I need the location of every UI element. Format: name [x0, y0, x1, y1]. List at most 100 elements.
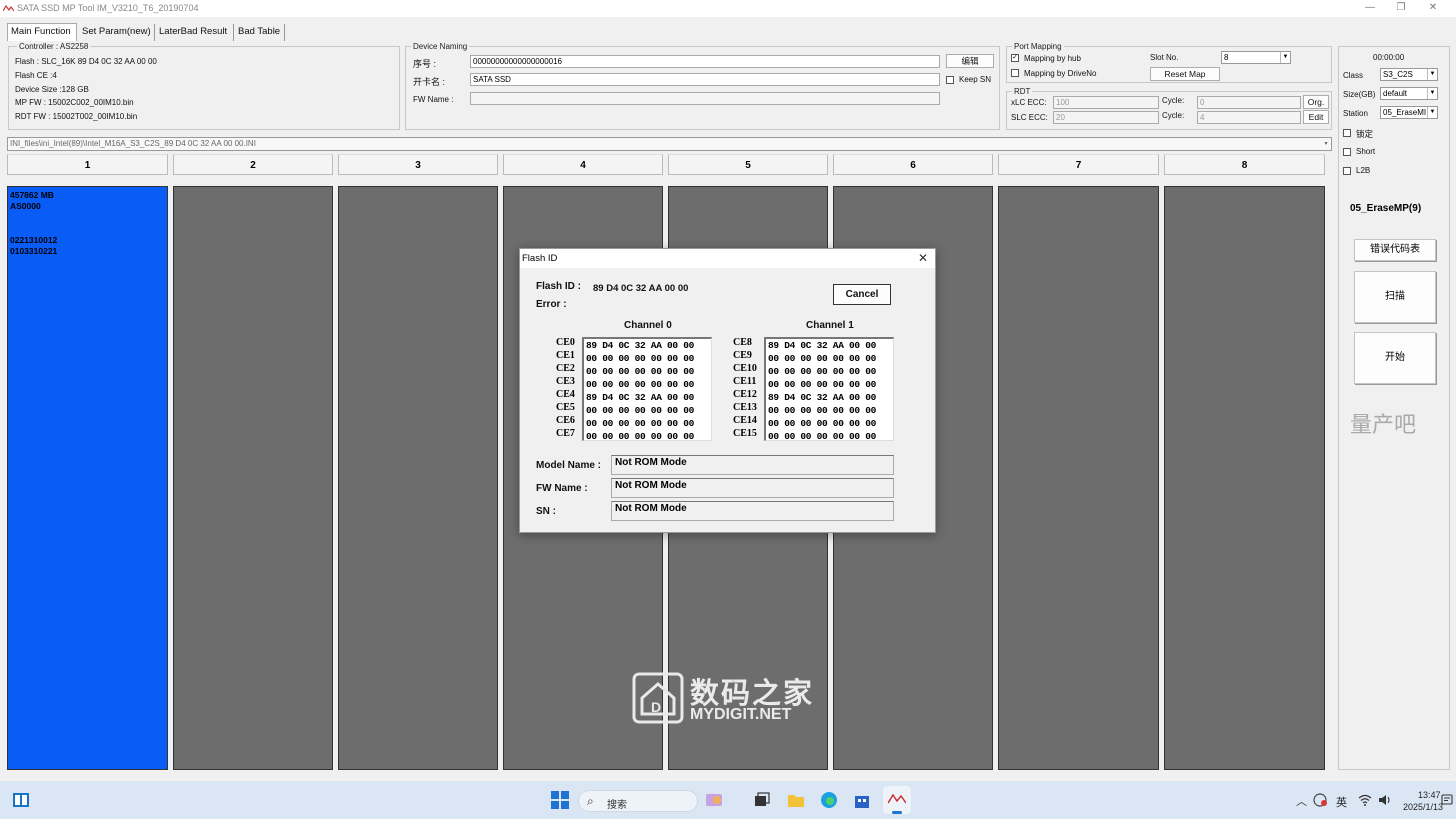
mp-fw-info: MP FW : 15002C002_00IM10.bin — [15, 98, 134, 107]
ce-label: CE4 — [556, 389, 575, 400]
ce-label: CE8 — [733, 337, 752, 348]
search-highlights-icon[interactable] — [705, 791, 723, 809]
tray-app-icon[interactable] — [1313, 793, 1327, 807]
volume-icon[interactable] — [1378, 794, 1392, 806]
fw-name-label: FW Name : — [413, 95, 454, 104]
mapping-by-hub-checkbox[interactable]: ✓ — [1011, 54, 1019, 62]
flash-info: Flash : SLC_16K 89 D4 0C 32 AA 00 00 — [15, 57, 157, 66]
short-label: Short — [1356, 147, 1376, 156]
wifi-icon[interactable] — [1358, 794, 1372, 806]
channel-1-title: Channel 1 — [806, 320, 854, 331]
size-select[interactable]: default ▼ — [1380, 87, 1438, 100]
station-select[interactable]: 05_EraseMI ▼ — [1380, 106, 1438, 119]
org-button[interactable]: Org. — [1303, 95, 1329, 109]
cancel-button[interactable]: Cancel — [833, 284, 891, 305]
ce-id-value: 00 00 00 00 00 00 00 — [586, 366, 695, 377]
dialog-title: Flash ID — [522, 253, 558, 264]
ce-label: CE2 — [556, 363, 575, 374]
search-placeholder: 搜索 — [607, 800, 627, 811]
ce-id-value: 00 00 00 00 00 00 00 — [586, 353, 695, 364]
widgets-icon[interactable] — [12, 791, 30, 809]
fw-name-field[interactable] — [470, 92, 940, 105]
l2b-checkbox[interactable] — [1343, 167, 1351, 175]
cycle-field-1[interactable]: 0 — [1197, 96, 1301, 109]
tab-main-function[interactable]: Main Function — [7, 23, 77, 41]
class-select[interactable]: S3_C2S ▼ — [1380, 68, 1438, 81]
close-button[interactable]: ✕ — [1426, 2, 1440, 14]
tab-set-param[interactable]: Set Param(new) — [79, 24, 155, 41]
scan-button[interactable]: 扫描 — [1354, 271, 1436, 323]
svg-text:D: D — [651, 699, 661, 715]
channel-0-id-list: 89 D4 0C 32 AA 00 00 00 00 00 00 00 00 0… — [582, 337, 712, 442]
title-bar: SATA SSD MP Tool IM_V3210_T6_20190704 — … — [0, 0, 1456, 17]
taskbar-time[interactable]: 13:47 — [1418, 790, 1441, 800]
input-method-indicator[interactable]: 英 — [1336, 794, 1347, 810]
notification-icon[interactable] — [1441, 794, 1453, 806]
minimize-button[interactable]: — — [1363, 2, 1377, 14]
port-header-1: 1 — [7, 154, 168, 175]
short-checkbox[interactable] — [1343, 148, 1351, 156]
port-header-6: 6 — [833, 154, 993, 175]
port-slot-1[interactable]: 457862 MB AS0000 0221310012 0103310221 — [7, 186, 168, 770]
fw-name-dialog-field: Not ROM Mode — [611, 478, 894, 498]
mapping-by-drive-checkbox[interactable] — [1011, 69, 1019, 77]
lock-checkbox[interactable] — [1343, 129, 1351, 137]
rdt-edit-button[interactable]: Edit — [1303, 110, 1329, 124]
port-slot-7[interactable] — [998, 186, 1159, 770]
class-value: S3_C2S — [1383, 70, 1413, 79]
flash-ce-info: Flash CE :4 — [15, 71, 57, 80]
port-slot-2[interactable] — [173, 186, 333, 770]
cycle-field-2[interactable]: 4 — [1197, 111, 1301, 124]
ce-id-value: 00 00 00 00 00 00 00 — [768, 431, 877, 442]
app-icon — [3, 5, 14, 12]
taskbar-date[interactable]: 2025/1/13 — [1403, 802, 1443, 812]
mp-tool-taskbar-item[interactable] — [883, 786, 911, 814]
maximize-button[interactable]: ❐ — [1394, 2, 1408, 14]
ce-label: CE6 — [556, 415, 575, 426]
store-icon[interactable] — [853, 791, 871, 809]
ce-label: CE10 — [733, 363, 757, 374]
ce-id-value: 00 00 00 00 00 00 00 — [586, 379, 695, 390]
dialog-close-icon[interactable]: ✕ — [918, 251, 928, 265]
ce-id-value: 00 00 00 00 00 00 00 — [586, 418, 695, 429]
tab-laterbad-result[interactable]: LaterBad Result — [156, 24, 234, 41]
port-header-2: 2 — [173, 154, 333, 175]
error-code-table-button[interactable]: 错误代码表 — [1354, 239, 1436, 261]
taskbar-search[interactable]: ⌕ 搜索 — [578, 790, 698, 812]
reset-map-button[interactable]: Reset Map — [1150, 67, 1220, 81]
start-button[interactable]: 开始 — [1354, 332, 1436, 384]
model-name-label: Model Name : — [536, 460, 602, 471]
tab-bad-table[interactable]: Bad Table — [235, 24, 285, 41]
ce-label: CE1 — [556, 350, 575, 361]
ce-label: CE14 — [733, 415, 757, 426]
port-slot-8[interactable] — [1164, 186, 1325, 770]
card-name-field[interactable]: SATA SSD — [470, 73, 940, 86]
sn-field: Not ROM Mode — [611, 501, 894, 521]
keep-sn-checkbox[interactable] — [946, 76, 954, 84]
channel-1-ce-labels: CE8 CE9 CE10 CE11 CE12 CE13 CE14 CE15 — [733, 337, 765, 441]
serial-field[interactable]: 00000000000000000016 — [470, 55, 940, 68]
tray-chevron-up-icon[interactable]: ︿ — [1296, 793, 1307, 809]
start-menu-icon[interactable] — [551, 791, 569, 809]
task-view-icon[interactable] — [753, 791, 771, 809]
ce-label: CE15 — [733, 428, 757, 439]
ce-id-value: 00 00 00 00 00 00 00 — [586, 431, 695, 442]
ini-file-select[interactable]: INI_files\ini_Intel(89)\Intel_M16A_S3_C2… — [7, 137, 1332, 151]
ce-label: CE7 — [556, 428, 575, 439]
file-explorer-icon[interactable] — [787, 791, 805, 809]
slot-no-select[interactable]: 8 ▼ — [1221, 51, 1291, 64]
rdt-group: RDT xLC ECC: 100 Cycle: 0 Org. SLC ECC: … — [1006, 87, 1332, 130]
model-name-field: Not ROM Mode — [611, 455, 894, 475]
taskbar — [0, 781, 1456, 819]
port-slot-3[interactable] — [338, 186, 498, 770]
channel-0-ce-labels: CE0 CE1 CE2 CE3 CE4 CE5 CE6 CE7 — [556, 337, 581, 441]
watermark-logo: 量产吧 — [1350, 413, 1417, 438]
xlc-ecc-field[interactable]: 100 — [1053, 96, 1159, 109]
slc-ecc-field[interactable]: 20 — [1053, 111, 1159, 124]
device-naming-group: Device Naming 序号 : 00000000000000000016 … — [405, 42, 1000, 130]
ce-id-value: 00 00 00 00 00 00 00 — [586, 405, 695, 416]
xlc-ecc-label: xLC ECC: — [1011, 98, 1047, 107]
ini-file-path: INI_files\ini_Intel(89)\Intel_M16A_S3_C2… — [10, 139, 256, 148]
edit-button[interactable]: 编辑 — [946, 54, 994, 68]
edge-browser-icon[interactable] — [820, 791, 838, 809]
